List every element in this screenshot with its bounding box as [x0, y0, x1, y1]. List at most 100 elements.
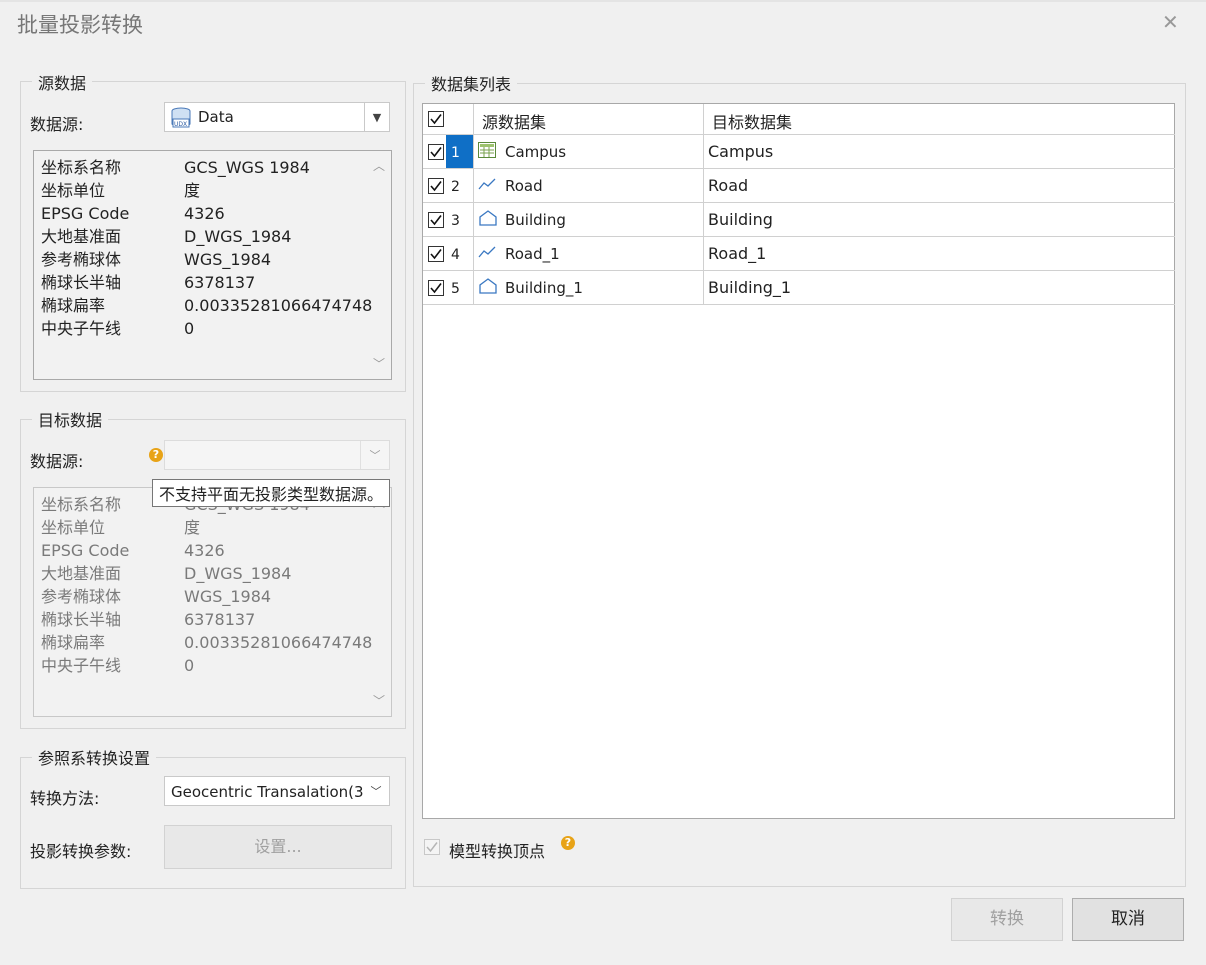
scroll-down-icon[interactable]: ﹀ [373, 692, 385, 709]
source-dataset-name: Building [505, 211, 566, 229]
source-datasource-label: 数据源: [30, 115, 84, 134]
prop-key: 参考椭球体 [41, 250, 122, 269]
chevron-down-icon[interactable]: ▼ [364, 103, 389, 131]
model-vertex-checkbox[interactable] [424, 839, 440, 855]
prop-value: 0.00335281066474748 [184, 633, 373, 652]
row-select-cell: 5 [423, 271, 474, 305]
conversion-method-label: 转换方法: [30, 789, 100, 808]
row-checkbox[interactable] [428, 178, 444, 194]
prop-value: 6378137 [184, 610, 256, 629]
header-source-dataset[interactable]: 源数据集 [474, 104, 704, 135]
prop-key: 坐标单位 [41, 518, 106, 537]
row-checkbox[interactable] [428, 212, 444, 228]
target-dataset-cell[interactable]: Road_1 [704, 237, 1175, 271]
target-datasource-combo[interactable]: ﹀ [164, 440, 390, 470]
target-dataset-cell[interactable]: Road [704, 169, 1175, 203]
scroll-up-icon[interactable]: ︿ [373, 157, 385, 174]
prop-key: EPSG Code [41, 204, 130, 223]
grid-icon [478, 142, 496, 162]
prop-value: 度 [184, 518, 201, 537]
conversion-settings-legend: 参照系转换设置 [32, 745, 157, 769]
target-datasource-label: 数据源: [30, 452, 84, 471]
scroll-down-icon[interactable]: ﹀ [373, 355, 385, 372]
source-datasource-combo[interactable]: UDX Data ▼ [164, 102, 390, 132]
target-dataset-name: Building_1 [708, 278, 792, 297]
target-props-box: 坐标系名称GCS_WGS 1984坐标单位度EPSG Code4326大地基准面… [33, 487, 392, 717]
row-select-cell: 2 [423, 169, 474, 203]
settings-button[interactable]: 设置... [164, 825, 392, 869]
prop-value: D_WGS_1984 [184, 564, 292, 583]
prop-value: GCS_WGS 1984 [184, 158, 310, 177]
prop-value: 4326 [184, 204, 225, 223]
cancel-button[interactable]: 取消 [1072, 898, 1184, 941]
source-data-legend: 源数据 [32, 70, 93, 94]
prop-value: 0 [184, 656, 195, 675]
prop-value: 6378137 [184, 273, 256, 292]
dataset-list-legend: 数据集列表 [425, 71, 518, 95]
polygon-icon [478, 278, 498, 298]
conversion-method-value: Geocentric Transalation(3-p [171, 783, 379, 801]
chevron-down-icon[interactable]: ﹀ [360, 441, 389, 469]
target-dataset-cell[interactable]: Building [704, 203, 1175, 237]
target-dataset-cell[interactable]: Building_1 [704, 271, 1175, 305]
source-props-box: 坐标系名称 GCS_WGS 1984 坐标单位 度 EPSG Code 4326 大地基准面… [33, 150, 392, 380]
row-number: 2 [451, 179, 460, 195]
row-checkbox[interactable] [428, 144, 444, 160]
prop-key: 中央子午线 [41, 319, 122, 338]
svg-text:UDX: UDX [174, 121, 187, 128]
header-target-label: 目标数据集 [712, 113, 793, 132]
polygon-icon [478, 210, 498, 230]
target-dataset-cell[interactable]: Campus [704, 135, 1175, 169]
prop-value: 0 [184, 319, 195, 338]
source-dataset-cell[interactable]: Building_1 [474, 271, 704, 305]
prop-key: 大地基准面 [41, 564, 122, 583]
target-dataset-name: Road [708, 176, 749, 195]
row-number: 3 [451, 213, 460, 229]
chevron-down-icon[interactable]: ﹀ [363, 777, 389, 805]
row-checkbox[interactable] [428, 280, 444, 296]
checkmark-icon [426, 842, 438, 853]
source-dataset-cell[interactable]: Road_1 [474, 237, 704, 271]
row-select-cell: 1 [423, 135, 474, 169]
window-title: 批量投影转换 [17, 13, 143, 37]
target-dataset-name: Road_1 [708, 244, 767, 263]
target-dataset-name: Campus [708, 142, 774, 161]
row-number: 1 [451, 145, 460, 161]
close-icon[interactable]: ✕ [1162, 10, 1179, 34]
dataset-table: 源数据集 目标数据集 1 Campus Campus 2 Road Road 3 Buildi… [422, 103, 1175, 819]
source-dataset-name: Campus [505, 143, 567, 161]
datasource-udbx-icon: UDX [170, 107, 192, 133]
row-select-cell: 4 [423, 237, 474, 271]
source-dataset-name: Road [505, 177, 543, 195]
prop-key: 坐标单位 [41, 181, 106, 200]
prop-key: 大地基准面 [41, 227, 122, 246]
prop-value: 0.00335281066474748 [184, 296, 373, 315]
prop-key: 坐标系名称 [41, 158, 122, 177]
prop-value: 4326 [184, 541, 225, 560]
prop-key: 坐标系名称 [41, 495, 122, 514]
prop-value: 度 [184, 181, 201, 200]
header-select-all-cell [423, 104, 474, 135]
convert-button[interactable]: 转换 [951, 898, 1063, 941]
prop-key: 椭球长半轴 [41, 273, 122, 292]
source-dataset-cell[interactable]: Building [474, 203, 704, 237]
help-icon[interactable]: ? [561, 836, 575, 850]
source-dataset-cell[interactable]: Road [474, 169, 704, 203]
row-number: 4 [451, 247, 460, 263]
prop-key: 椭球长半轴 [41, 610, 122, 629]
row-checkbox[interactable] [428, 246, 444, 262]
prop-value: D_WGS_1984 [184, 227, 292, 246]
help-icon[interactable]: ? [149, 448, 163, 462]
target-dataset-name: Building [708, 210, 773, 229]
source-dataset-name: Building_1 [505, 279, 583, 297]
window-top-border [0, 0, 1206, 2]
source-datasource-value: Data [198, 108, 234, 126]
header-target-dataset[interactable]: 目标数据集 [704, 104, 1175, 135]
select-all-checkbox[interactable] [428, 111, 444, 127]
row-select-cell: 3 [423, 203, 474, 237]
prop-key: 中央子午线 [41, 656, 122, 675]
projection-params-label: 投影转换参数: [30, 842, 132, 861]
prop-value: WGS_1984 [184, 250, 272, 269]
source-dataset-cell[interactable]: Campus [474, 135, 704, 169]
conversion-method-combo[interactable]: Geocentric Transalation(3-p ﹀ [164, 776, 390, 806]
